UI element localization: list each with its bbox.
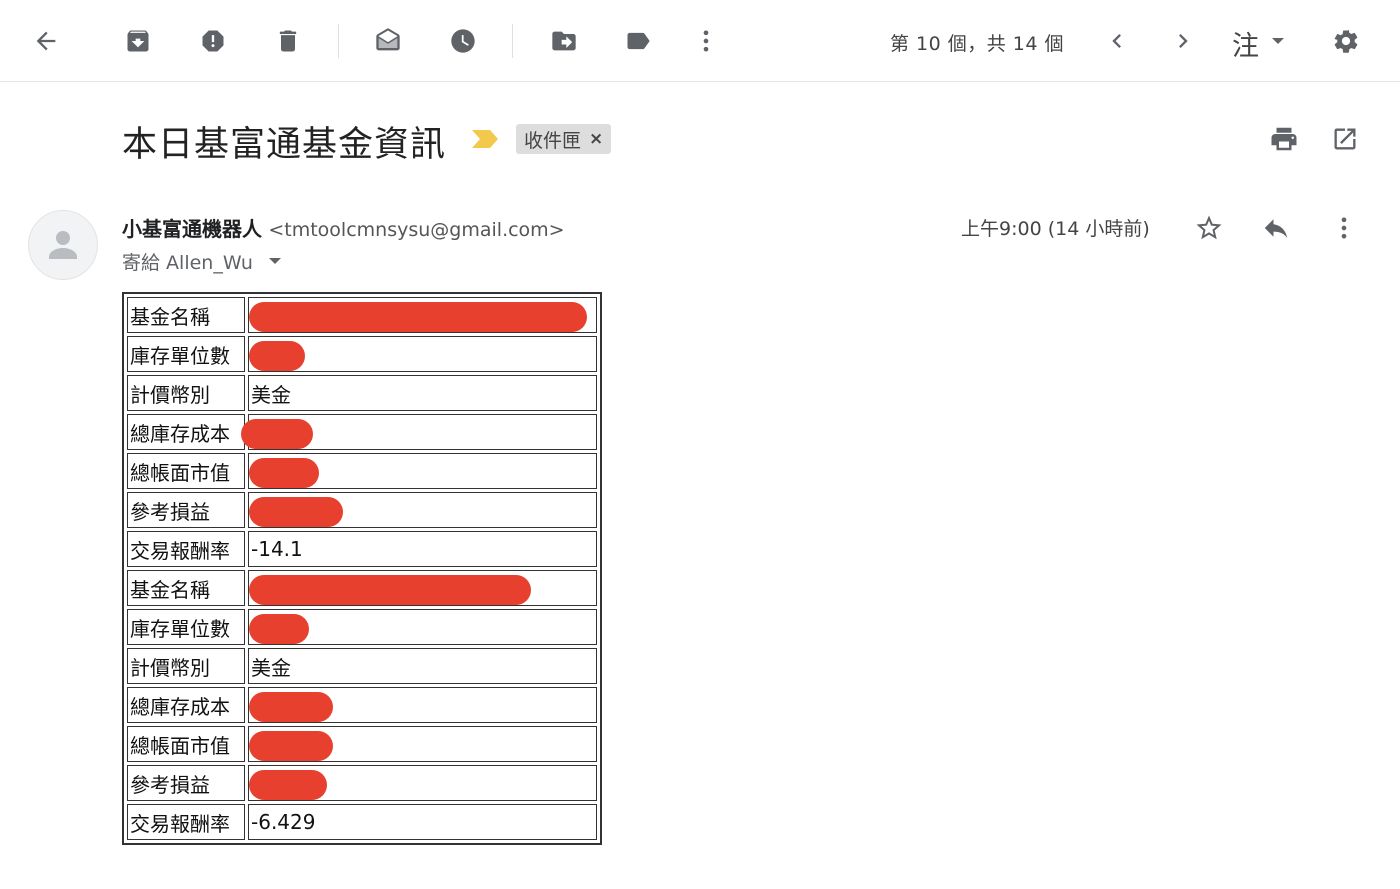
- email-subject: 本日基富通基金資訊: [122, 125, 447, 165]
- redacted-value: [248, 570, 597, 606]
- labels-icon[interactable]: [618, 21, 658, 61]
- next-icon[interactable]: [1163, 21, 1203, 61]
- redaction-mark: [249, 575, 531, 605]
- pagination-label: 第 10 個，共 14 個: [890, 33, 1065, 55]
- field-name: 庫存單位數: [127, 336, 245, 372]
- table-row: 計價幣別 美金: [127, 375, 597, 411]
- field-name: 基金名稱: [127, 570, 245, 606]
- table-row: 參考損益: [127, 765, 597, 801]
- redaction-mark: [249, 341, 305, 371]
- archive-icon[interactable]: [118, 21, 158, 61]
- redaction-mark: [241, 419, 313, 449]
- delete-icon[interactable]: [268, 21, 308, 61]
- redacted-value: [248, 687, 597, 723]
- move-to-icon[interactable]: [544, 21, 584, 61]
- redacted-value: [241, 414, 597, 450]
- field-name: 計價幣別: [127, 648, 245, 684]
- field-name: 總帳面市值: [127, 726, 245, 762]
- table-row: 總帳面市值: [127, 453, 597, 489]
- redacted-value: [248, 453, 597, 489]
- redacted-value: [248, 336, 597, 372]
- redacted-value: [248, 492, 597, 528]
- recipient-details-chevron-icon[interactable]: [269, 258, 281, 264]
- open-in-new-window-icon[interactable]: [1326, 120, 1364, 158]
- table-row: 庫存單位數: [127, 609, 597, 645]
- toolbar: 第 10 個，共 14 個 注: [0, 0, 1400, 82]
- toolbar-divider: [512, 24, 513, 58]
- redaction-mark: [249, 770, 327, 800]
- fund-info-table: 基金名稱 庫存單位數 計價幣別 美金 總庫存成本 總帳面市值 參考損益 交易報酬率 -14.1 基…: [122, 292, 602, 845]
- label-chip-inbox: 收件匣 ×: [516, 124, 612, 154]
- field-name: 參考損益: [127, 765, 245, 801]
- table-row: 交易報酬率 -14.1: [127, 531, 597, 567]
- reply-icon[interactable]: [1257, 209, 1295, 247]
- input-tools-button[interactable]: 注: [1232, 24, 1259, 63]
- redaction-mark: [249, 731, 333, 761]
- redaction-mark: [249, 497, 343, 527]
- back-arrow-icon[interactable]: [26, 21, 66, 61]
- recipient-text: 寄給 Allen_Wu: [122, 252, 253, 274]
- table-row: 基金名稱: [127, 297, 597, 333]
- field-name: 基金名稱: [127, 297, 245, 333]
- table-row: 庫存單位數: [127, 336, 597, 372]
- field-name: 總庫存成本: [127, 414, 245, 450]
- field-name: 總庫存成本: [127, 687, 245, 723]
- toolbar-divider: [338, 24, 339, 58]
- field-name: 交易報酬率: [127, 531, 245, 567]
- table-row: 交易報酬率 -6.429: [127, 804, 597, 840]
- mark-unread-icon[interactable]: [368, 21, 408, 61]
- table-row: 總庫存成本: [127, 414, 597, 450]
- table-row: 總庫存成本: [127, 687, 597, 723]
- report-spam-icon[interactable]: [193, 21, 233, 61]
- remove-label-button[interactable]: ×: [589, 129, 603, 149]
- prev-icon[interactable]: [1097, 21, 1137, 61]
- field-value: 美金: [248, 375, 597, 411]
- redacted-value: [248, 765, 597, 801]
- table-row: 參考損益: [127, 492, 597, 528]
- more-vert-icon[interactable]: [686, 21, 726, 61]
- redacted-value: [248, 609, 597, 645]
- snooze-icon[interactable]: [443, 21, 483, 61]
- redaction-mark: [249, 692, 333, 722]
- sender-name[interactable]: 小基富通機器人: [122, 217, 262, 241]
- redaction-mark: [249, 458, 319, 488]
- field-name: 計價幣別: [127, 375, 245, 411]
- field-value: -14.1: [248, 531, 597, 567]
- print-icon[interactable]: [1265, 120, 1303, 158]
- redaction-mark: [249, 614, 309, 644]
- field-name: 總帳面市值: [127, 453, 245, 489]
- chevron-down-icon[interactable]: [1272, 38, 1284, 44]
- table-row: 總帳面市值: [127, 726, 597, 762]
- field-value: 美金: [248, 648, 597, 684]
- table-row: 基金名稱: [127, 570, 597, 606]
- field-name: 參考損益: [127, 492, 245, 528]
- sender-line: 小基富通機器人 <tmtoolcmnsysu@gmail.com>: [122, 213, 565, 242]
- star-icon[interactable]: [1190, 209, 1228, 247]
- redacted-value: [248, 297, 597, 333]
- label-chip-text: 收件匣: [524, 129, 582, 152]
- sender-email: <tmtoolcmnsysu@gmail.com>: [268, 219, 565, 241]
- table-row: 計價幣別 美金: [127, 648, 597, 684]
- field-value: -6.429: [248, 804, 597, 840]
- recipient-line[interactable]: 寄給 Allen_Wu: [122, 248, 253, 275]
- settings-icon[interactable]: [1326, 21, 1366, 61]
- important-marker-icon[interactable]: [470, 128, 500, 150]
- field-name: 交易報酬率: [127, 804, 245, 840]
- redaction-mark: [249, 302, 587, 332]
- person-icon: [49, 231, 77, 259]
- received-time: 上午9:00 (14 小時前): [961, 218, 1150, 240]
- redacted-value: [248, 726, 597, 762]
- field-name: 庫存單位數: [127, 609, 245, 645]
- message-more-icon[interactable]: [1325, 209, 1363, 247]
- sender-avatar[interactable]: [28, 210, 98, 280]
